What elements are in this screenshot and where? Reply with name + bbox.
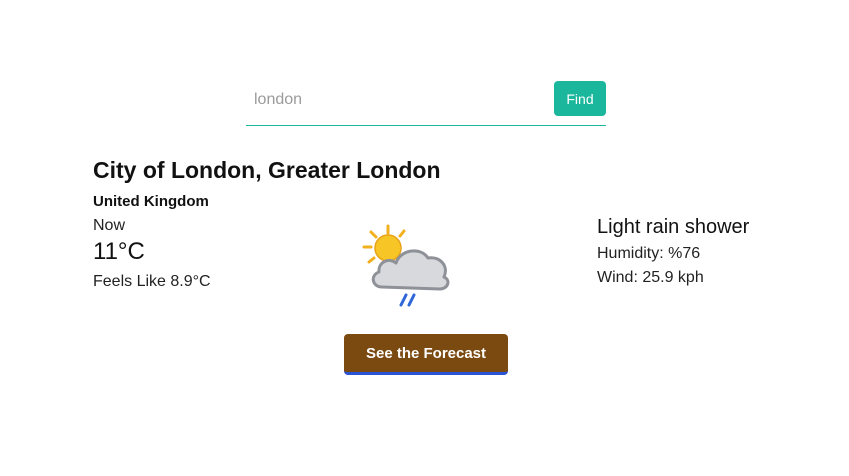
humidity-label: Humidity: %76 (597, 245, 701, 262)
condition-label: Light rain shower (597, 216, 750, 238)
sun-cloud-rain-icon (358, 223, 454, 313)
country-label: United Kingdom (93, 193, 209, 210)
city-title: City of London, Greater London (93, 157, 441, 183)
see-forecast-button[interactable]: See the Forecast (344, 334, 508, 375)
search-input[interactable] (246, 82, 546, 118)
weather-page: Find City of London, Greater London Unit… (0, 0, 849, 476)
wind-label: Wind: 25.9 kph (597, 269, 704, 286)
now-label: Now (93, 217, 126, 234)
current-temperature: 11°C (93, 238, 145, 265)
search-bar: Find (246, 80, 606, 126)
find-button[interactable]: Find (554, 81, 606, 116)
feels-like-label: Feels Like 8.9°C (93, 273, 211, 290)
